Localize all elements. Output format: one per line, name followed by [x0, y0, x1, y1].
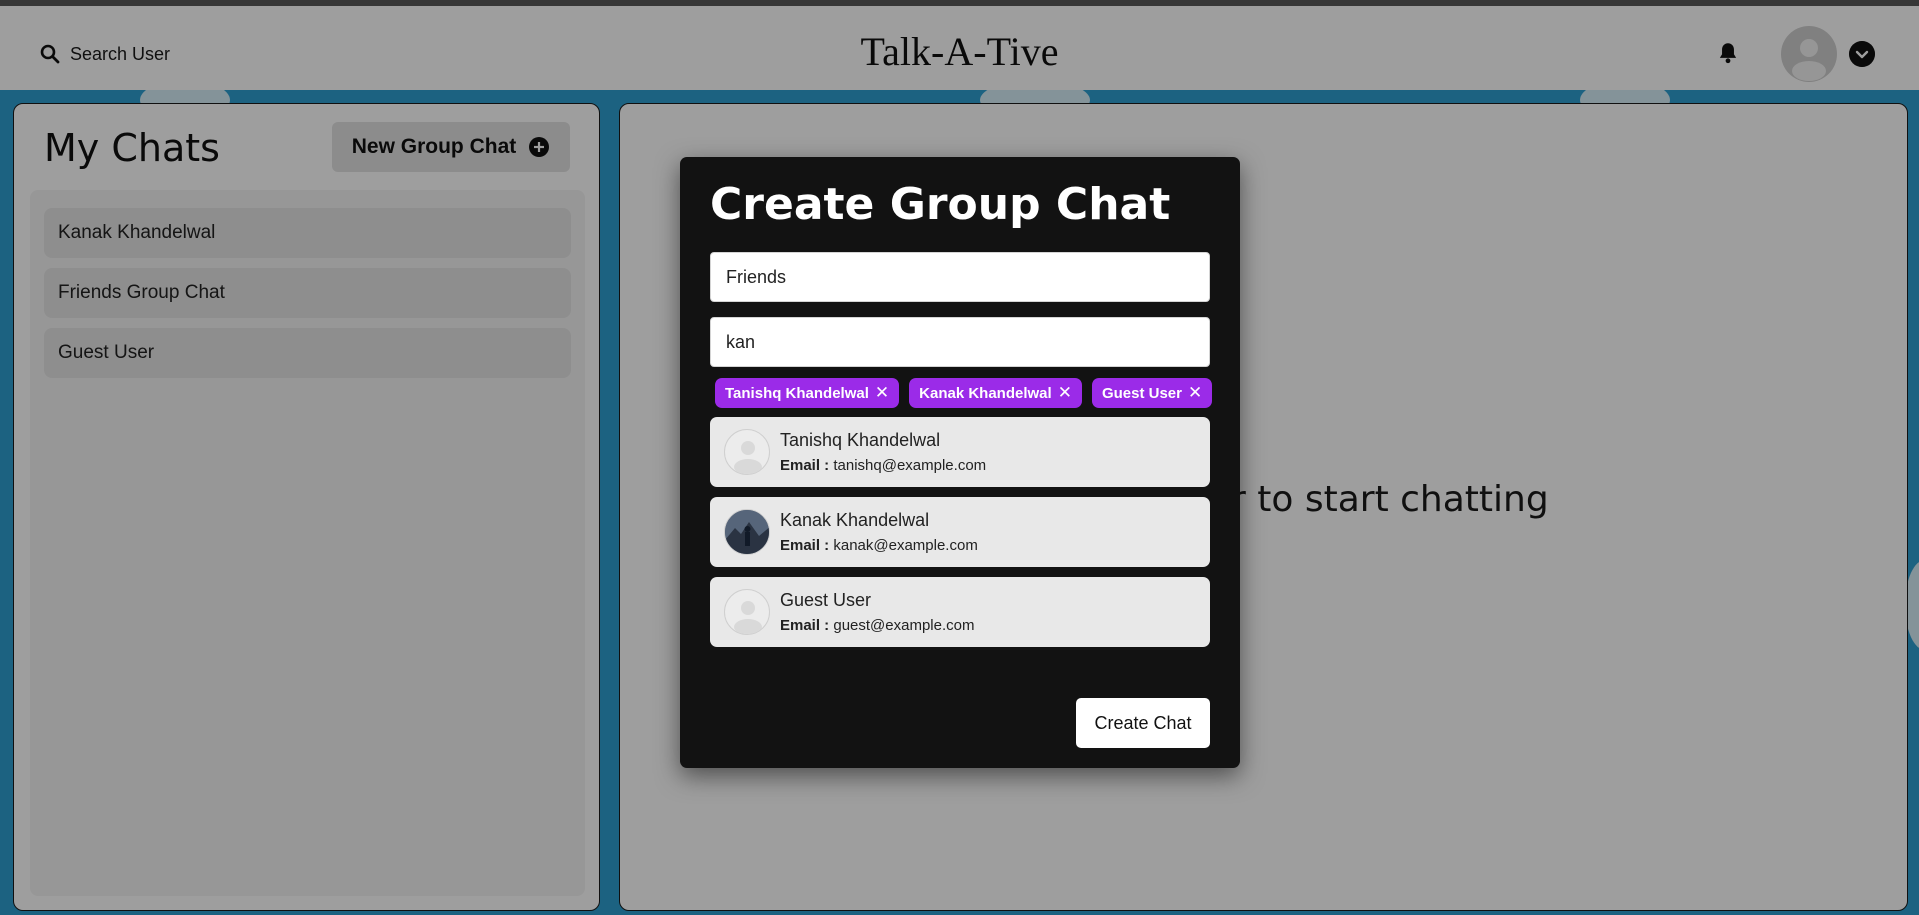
user-avatar: [724, 589, 770, 635]
user-avatar-photo: [724, 509, 770, 555]
user-badge-label: Kanak Khandelwal: [919, 384, 1052, 402]
create-group-chat-modal: Create Group Chat Tanishq Khandelwal ✕ K…: [680, 157, 1240, 768]
selected-users: Tanishq Khandelwal ✕ Kanak Khandelwal ✕ …: [715, 378, 1213, 408]
user-search-result[interactable]: Guest User Email : guest@example.com: [710, 577, 1210, 647]
user-badge-label: Guest User: [1101, 384, 1182, 402]
result-name: Guest User: [780, 590, 872, 610]
email-value: tanishq@example.com: [833, 457, 987, 474]
email-value: kanak@example.com: [833, 537, 978, 554]
result-name: Tanishq Khandelwal: [780, 430, 941, 450]
result-name: Kanak Khandelwal: [780, 510, 930, 530]
close-icon[interactable]: ✕: [875, 383, 889, 403]
close-icon[interactable]: ✕: [1058, 383, 1072, 403]
user-silhouette-icon: [734, 601, 762, 634]
profile-photo-icon: [725, 510, 769, 554]
user-badge: Kanak Khandelwal ✕: [909, 378, 1082, 408]
user-search-result[interactable]: Kanak Khandelwal Email : kanak@example.c…: [710, 497, 1210, 567]
result-email: Email : guest@example.com: [780, 617, 974, 634]
email-value: guest@example.com: [833, 617, 975, 634]
email-label: Email :: [780, 617, 830, 634]
email-label: Email :: [780, 457, 830, 474]
result-email: Email : kanak@example.com: [780, 537, 978, 554]
modal-title: Create Group Chat: [710, 179, 1171, 230]
add-users-search-input[interactable]: [710, 317, 1210, 367]
user-search-result[interactable]: Tanishq Khandelwal Email : tanishq@examp…: [710, 417, 1210, 487]
user-badge: Guest User ✕: [1091, 378, 1213, 408]
user-badge-label: Tanishq Khandelwal: [725, 384, 869, 402]
chat-name-input[interactable]: [710, 252, 1210, 302]
user-badge: Tanishq Khandelwal ✕: [715, 378, 900, 408]
user-silhouette-icon: [734, 441, 762, 474]
close-icon[interactable]: ✕: [1188, 383, 1202, 403]
email-label: Email :: [780, 537, 830, 554]
result-email: Email : tanishq@example.com: [780, 457, 986, 474]
create-chat-button[interactable]: Create Chat: [1076, 698, 1210, 748]
user-avatar: [724, 429, 770, 475]
